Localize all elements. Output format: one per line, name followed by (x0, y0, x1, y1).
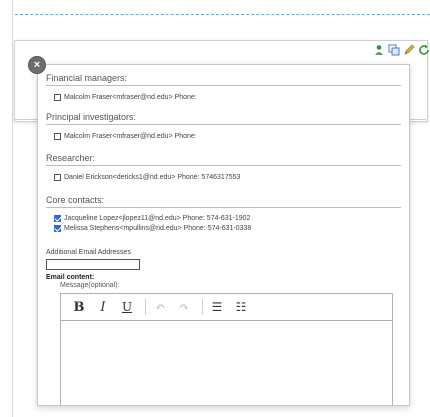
contact-checkbox[interactable] (54, 215, 61, 222)
additional-emails-input[interactable] (46, 259, 140, 270)
contact-checkbox[interactable] (54, 94, 61, 101)
person-icon[interactable] (372, 43, 385, 56)
contact-label: Daniel Erickson<dericks1@nd.edu> Phone: … (64, 174, 241, 181)
copy-icon[interactable] (387, 43, 400, 56)
italic-button[interactable]: I (93, 297, 113, 317)
contact-checkbox[interactable] (54, 133, 61, 140)
contact-checkbox[interactable] (54, 225, 61, 232)
core-contacts-heading: Core contacts: (46, 195, 401, 208)
close-button[interactable]: × (28, 56, 46, 74)
researcher-heading: Researcher: (46, 153, 401, 166)
contact-label: Malcolm Fraser<mfraser@nd.edu> Phone: (64, 133, 197, 140)
underline-button[interactable]: U (117, 297, 137, 317)
contact-label: Melissa Stephens<mpullins@nd.edu> Phone:… (64, 225, 252, 232)
contact-row[interactable]: Daniel Erickson<dericks1@nd.edu> Phone: … (54, 174, 240, 181)
contact-label: Jacqueline Lopez<jlopez11@nd.edu> Phone:… (64, 215, 251, 222)
editor-content-area[interactable] (61, 321, 392, 405)
message-editor[interactable]: B I U ↶ ↷ ☰ ☷ (60, 293, 393, 405)
message-label: Message(optional): (60, 282, 120, 289)
contact-row[interactable]: Melissa Stephens<mpullins@nd.edu> Phone:… (54, 225, 251, 232)
contact-row[interactable]: Malcolm Fraser<mfraser@nd.edu> Phone: (54, 94, 197, 101)
left-frame-bar (0, 0, 13, 417)
email-content-label: Email content: (46, 274, 95, 281)
bold-button[interactable]: B (69, 297, 89, 317)
refresh-icon[interactable] (417, 43, 430, 56)
email-dialog: Financial managers: Malcolm Fraser<mfras… (37, 64, 410, 406)
bullet-list-button[interactable]: ☰ (207, 297, 227, 317)
undo-button[interactable]: ↶ (150, 297, 170, 317)
contact-row[interactable]: Jacqueline Lopez<jlopez11@nd.edu> Phone:… (54, 215, 250, 222)
principal-investigators-heading: Principal investigators: (46, 112, 401, 125)
toolbar-divider (202, 299, 203, 315)
additional-emails-label: Additional Email Addresses (46, 249, 131, 256)
numbered-list-button[interactable]: ☷ (231, 297, 251, 317)
top-frame-bar (0, 0, 430, 15)
toolbar-divider (145, 299, 146, 315)
contact-row[interactable]: Malcolm Fraser<mfraser@nd.edu> Phone: (54, 133, 197, 140)
contact-label: Malcolm Fraser<mfraser@nd.edu> Phone: (64, 94, 197, 101)
financial-managers-heading: Financial managers: (46, 73, 401, 86)
panel-toolbar (372, 43, 430, 57)
pen-icon[interactable] (402, 43, 415, 56)
redo-button[interactable]: ↷ (174, 297, 194, 317)
editor-toolbar: B I U ↶ ↷ ☰ ☷ (61, 294, 392, 321)
contact-checkbox[interactable] (54, 174, 61, 181)
